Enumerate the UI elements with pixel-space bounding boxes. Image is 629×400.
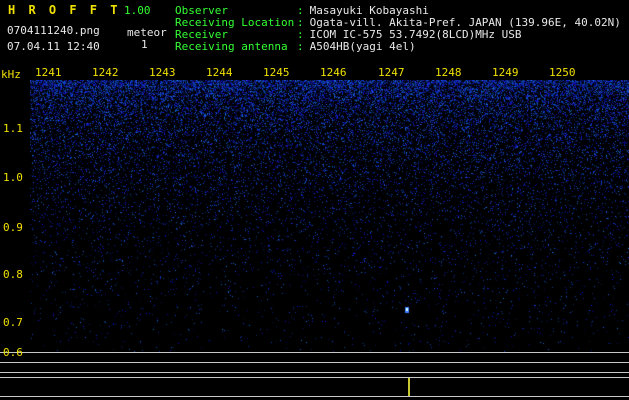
spectrogram-area: 1241 1242 1243 1244 1245 1246 1247 1248 … (0, 0, 629, 400)
spectrogram-canvas (30, 80, 629, 352)
hrofft-window: H R O F F T 1.00 0704111240.png meteor 1… (0, 0, 629, 400)
meteor-time-tick (408, 378, 410, 396)
x-tick-label: 1249 (492, 66, 519, 79)
y-axis-unit-label: kHz (1, 68, 21, 81)
y-tick-label: 0.6 (3, 346, 23, 359)
x-tick-label: 1246 (320, 66, 347, 79)
x-tick-label: 1250 (549, 66, 576, 79)
graph-gridline (0, 362, 629, 363)
x-tick-label: 1248 (435, 66, 462, 79)
y-tick-label: 0.9 (3, 221, 23, 234)
x-tick-label: 1243 (149, 66, 176, 79)
graph-gridline (0, 372, 629, 373)
x-tick-label: 1247 (378, 66, 405, 79)
y-tick-label: 0.8 (3, 268, 23, 281)
y-tick-label: 1.1 (3, 122, 23, 135)
x-tick-label: 1242 (92, 66, 119, 79)
x-tick-label: 1245 (263, 66, 290, 79)
y-tick-label: 0.7 (3, 316, 23, 329)
x-tick-label: 1244 (206, 66, 233, 79)
strip-bottom-border (0, 396, 629, 397)
x-tick-label: 1241 (35, 66, 62, 79)
strip-top-border (0, 377, 629, 378)
y-tick-label: 1.0 (3, 171, 23, 184)
graph-gridline (0, 352, 629, 353)
